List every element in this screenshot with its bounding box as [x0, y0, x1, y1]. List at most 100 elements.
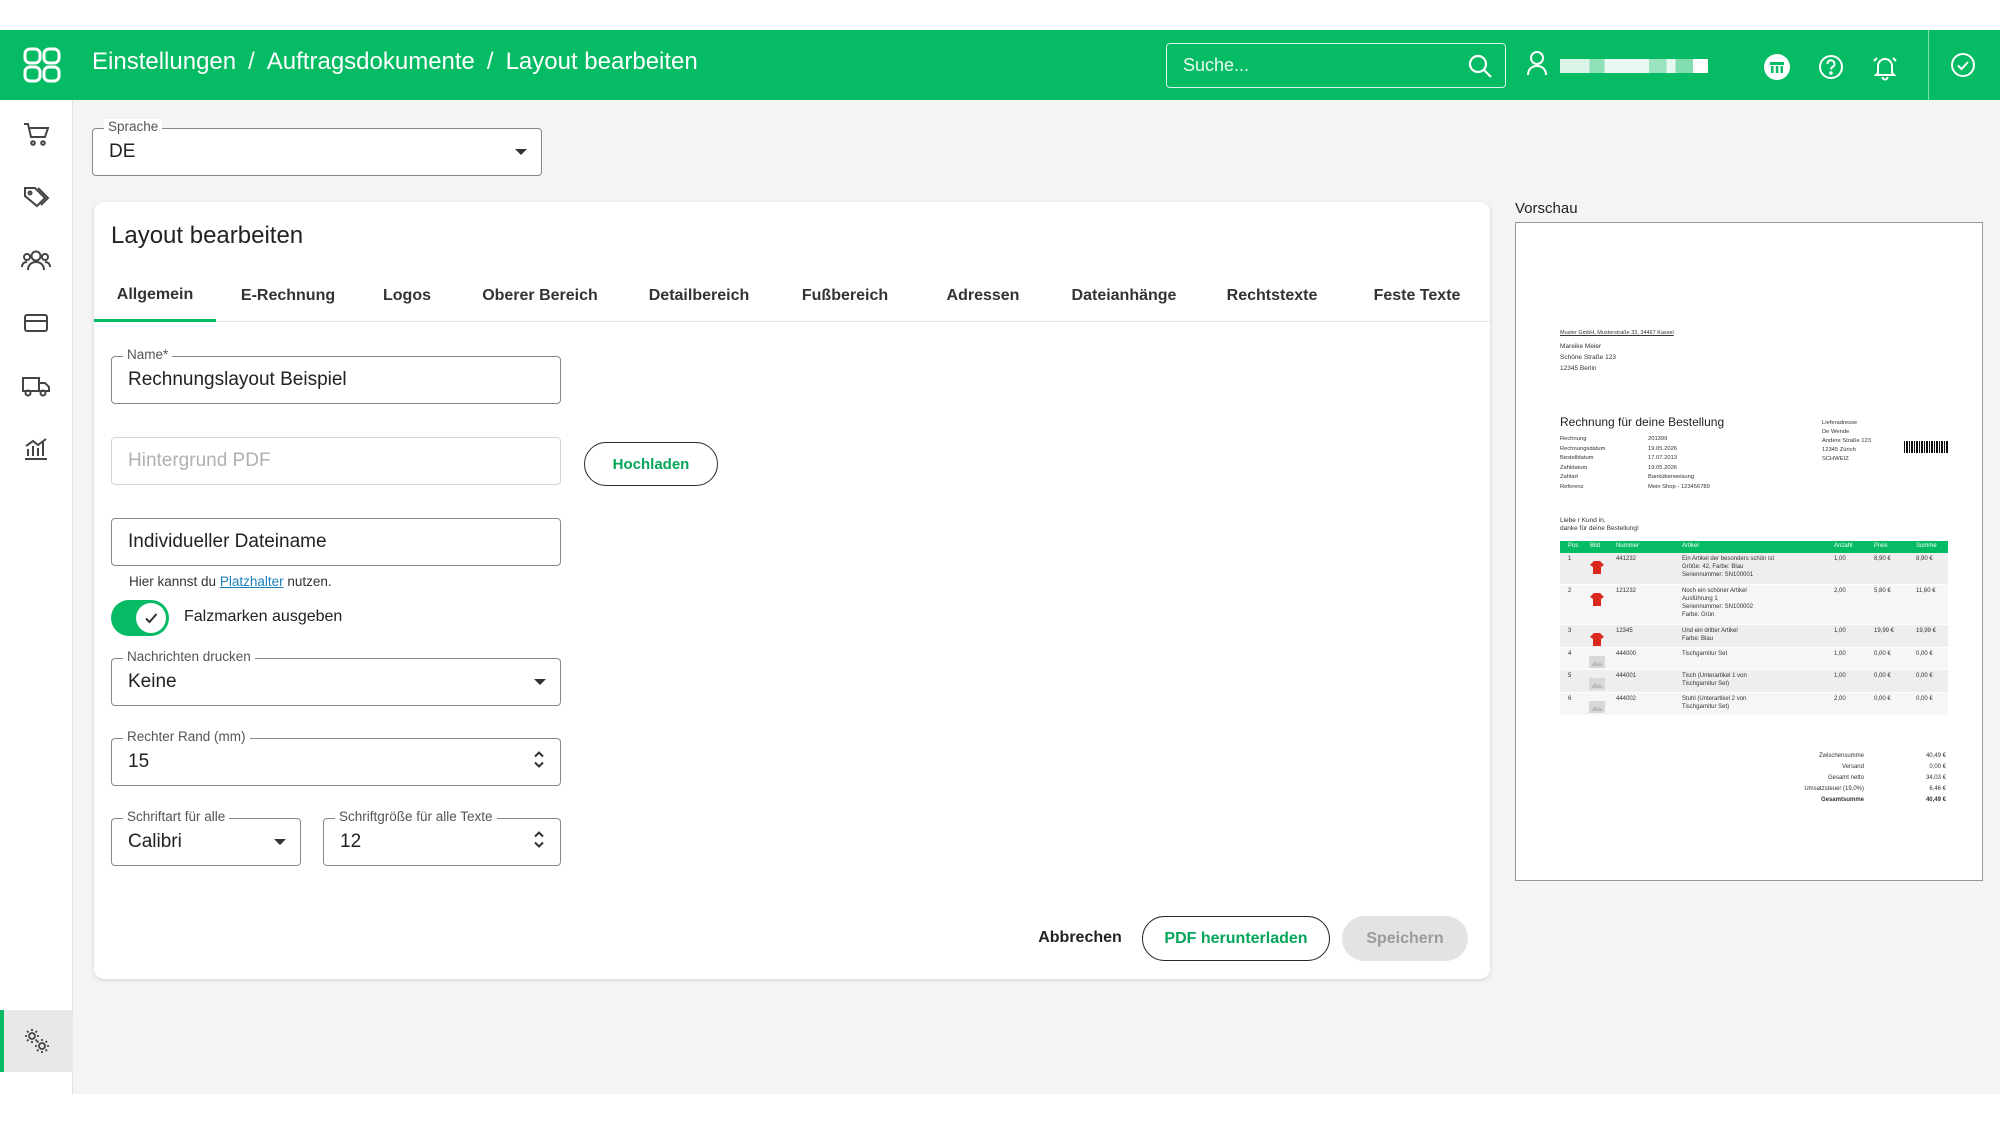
- product-thumbnail-icon: [1588, 591, 1606, 607]
- placeholder-link[interactable]: Platzhalter: [220, 574, 284, 589]
- customers-icon[interactable]: [20, 244, 52, 276]
- tab-e-rechnung[interactable]: E-Rechnung: [216, 270, 360, 322]
- preview-cell-article: Tischgarnitur Set): [1682, 703, 1730, 710]
- tab-feste-texte[interactable]: Feste Texte: [1344, 270, 1490, 322]
- user-icon: [1526, 50, 1548, 81]
- preview-cell-sum: 19,99 €: [1916, 627, 1937, 634]
- preview-cell-article: Farbe: Blau: [1682, 635, 1714, 642]
- preview-cell-article: Seriennummer: SN100001: [1682, 572, 1754, 578]
- breadcrumb-separator: /: [486, 48, 494, 75]
- check-circle-icon[interactable]: [1950, 52, 1976, 83]
- placeholder-image-icon: [1588, 699, 1606, 715]
- preview-cell-price: 19,99 €: [1874, 627, 1895, 634]
- tab-fussbereich[interactable]: Fußbereich: [772, 270, 918, 322]
- breadcrumb-settings[interactable]: Einstellungen: [92, 48, 236, 76]
- sidebar: [0, 100, 73, 1094]
- app-logo-icon[interactable]: [22, 46, 62, 84]
- name-field[interactable]: Name* Rechnungslayout Beispiel: [111, 347, 561, 404]
- right-margin-field[interactable]: Rechter Rand (mm) 15: [111, 729, 561, 786]
- cancel-button[interactable]: Abbrechen: [1038, 925, 1122, 951]
- preview-cell-article: Größe: 42, Farbe: Blau: [1682, 564, 1744, 570]
- breadcrumb-edit-layout: Layout bearbeiten: [505, 48, 698, 75]
- preview-recipient-name: Mareike Meier: [1560, 343, 1602, 350]
- preview-table-header-cell: Nummer: [1616, 543, 1640, 549]
- tab-detailbereich[interactable]: Detailbereich: [626, 270, 772, 322]
- search-input[interactable]: [1167, 44, 1457, 87]
- preview-items-table: Pos Bild Nummer Artikel Anzahl Preis Summe 1 44…: [1560, 541, 1948, 716]
- sidebar-item-settings[interactable]: [0, 1010, 73, 1072]
- preview-cell-qty: 1,00: [1834, 672, 1846, 679]
- language-label: Sprache: [104, 119, 163, 134]
- preview-cell-price: 0,00 €: [1874, 672, 1891, 679]
- invoice-preview: Muster GmbH, Musterstraße 33, 34467 Kass…: [1515, 222, 1983, 881]
- preview-table-row: 3 12345 Und ein dritter Artikel Farbe: Blau…: [1560, 624, 1948, 648]
- preview-cell-sum: 11,60 €: [1916, 587, 1936, 594]
- search-icon[interactable]: [1467, 53, 1493, 84]
- preview-table-row: 6 444002 Stuhl (Unterartikel 2 von Tischgar…: [1560, 692, 1948, 716]
- breadcrumb-separator: /: [248, 48, 255, 75]
- statistics-chart-icon[interactable]: [20, 433, 52, 465]
- number-stepper-icon[interactable]: [532, 749, 546, 776]
- number-stepper-icon[interactable]: [532, 829, 546, 856]
- font-family-select[interactable]: Schriftart für alle Calibri: [111, 809, 301, 866]
- language-select[interactable]: Sprache DE: [92, 119, 542, 176]
- cart-icon[interactable]: [20, 118, 52, 150]
- card-title: Layout bearbeiten: [111, 222, 304, 249]
- breadcrumb-order-documents[interactable]: Auftragsdokumente: [267, 48, 475, 76]
- user-menu[interactable]: [1526, 50, 1708, 81]
- chevron-down-icon: [515, 149, 527, 155]
- preview-cell-number: 121232: [1616, 587, 1637, 594]
- preview-thanks: danke für deine Bestellung!: [1560, 525, 1639, 532]
- help-icon[interactable]: [1816, 52, 1846, 82]
- tab-adressen[interactable]: Adressen: [918, 270, 1048, 322]
- preview-cell-article: Stuhl (Unterartikel 2 von: [1682, 695, 1747, 702]
- preview-cell-sum: 0,00 €: [1916, 672, 1933, 679]
- notifications-bell-icon[interactable]: [1870, 52, 1900, 82]
- preview-cell-article: Und ein dritter Artikel: [1682, 627, 1738, 634]
- preview-delivery-line: Andere Straße 123: [1822, 438, 1871, 444]
- layout-card: Layout bearbeiten Allgemein E-Rechnung L…: [94, 202, 1490, 979]
- preview-greeting: Liebe r Kund in,: [1560, 517, 1606, 524]
- tab-rechtstexte[interactable]: Rechtstexte: [1200, 270, 1344, 322]
- preview-table-header-cell: Artikel: [1682, 543, 1699, 549]
- fold-marks-toggle[interactable]: [111, 600, 169, 636]
- preview-meta-value: 17.07.2013: [1648, 455, 1678, 461]
- preview-cell-article: Tischgarnitur Set: [1682, 650, 1728, 657]
- preview-cell-number: 444001: [1616, 672, 1637, 679]
- tags-icon[interactable]: [20, 181, 52, 213]
- preview-cell-qty: 1,00: [1834, 627, 1846, 634]
- search-box: [1166, 43, 1506, 88]
- payment-card-icon[interactable]: [20, 307, 52, 339]
- preview-table-header-cell: Bild: [1590, 543, 1601, 549]
- name-value: Rechnungslayout Beispiel: [128, 369, 347, 390]
- tab-oberer-bereich[interactable]: Oberer Bereich: [454, 270, 626, 322]
- preview-total-value: 0,00 €: [1929, 764, 1946, 770]
- preview-cell-article: Noch ein schöner Artikel: [1682, 587, 1747, 594]
- tab-logos[interactable]: Logos: [360, 270, 454, 322]
- preview-total-value: 40,49 €: [1925, 797, 1946, 803]
- preview-cell-sum: 0,00 €: [1916, 650, 1933, 657]
- preview-meta-value: 201399: [1648, 436, 1668, 442]
- placeholder-image-icon: [1588, 654, 1606, 670]
- shipping-truck-icon[interactable]: [20, 370, 52, 402]
- font-size-field[interactable]: Schriftgröße für alle Texte 12: [323, 809, 561, 866]
- download-pdf-button[interactable]: PDF herunterladen: [1142, 916, 1330, 961]
- save-button: Speichern: [1342, 916, 1468, 961]
- tab-dateianhaenge[interactable]: Dateianhänge: [1048, 270, 1200, 322]
- preview-cell-number: 444002: [1616, 695, 1637, 702]
- preview-cell-sum: 0,00 €: [1916, 695, 1933, 702]
- custom-filename-field[interactable]: Individueller Dateiname: [111, 518, 561, 566]
- product-thumbnail-icon: [1588, 559, 1606, 575]
- print-messages-select[interactable]: Nachrichten drucken Keine: [111, 649, 561, 706]
- preview-table-header-cell: Anzahl: [1834, 543, 1853, 549]
- preview-total-label: Gesamtsumme: [1820, 797, 1864, 803]
- language-value: DE: [109, 141, 136, 162]
- print-messages-label: Nachrichten drucken: [123, 649, 255, 664]
- preview-cell-pos: 2: [1568, 587, 1572, 594]
- upload-button[interactable]: Hochladen: [584, 442, 718, 486]
- preview-cell-price: 5,80 €: [1874, 587, 1891, 594]
- preview-meta-value: 19.05.2026: [1648, 445, 1678, 452]
- preview-label: Vorschau: [1515, 200, 1578, 217]
- marketplace-icon[interactable]: [1762, 52, 1792, 82]
- tab-allgemein[interactable]: Allgemein: [94, 270, 216, 322]
